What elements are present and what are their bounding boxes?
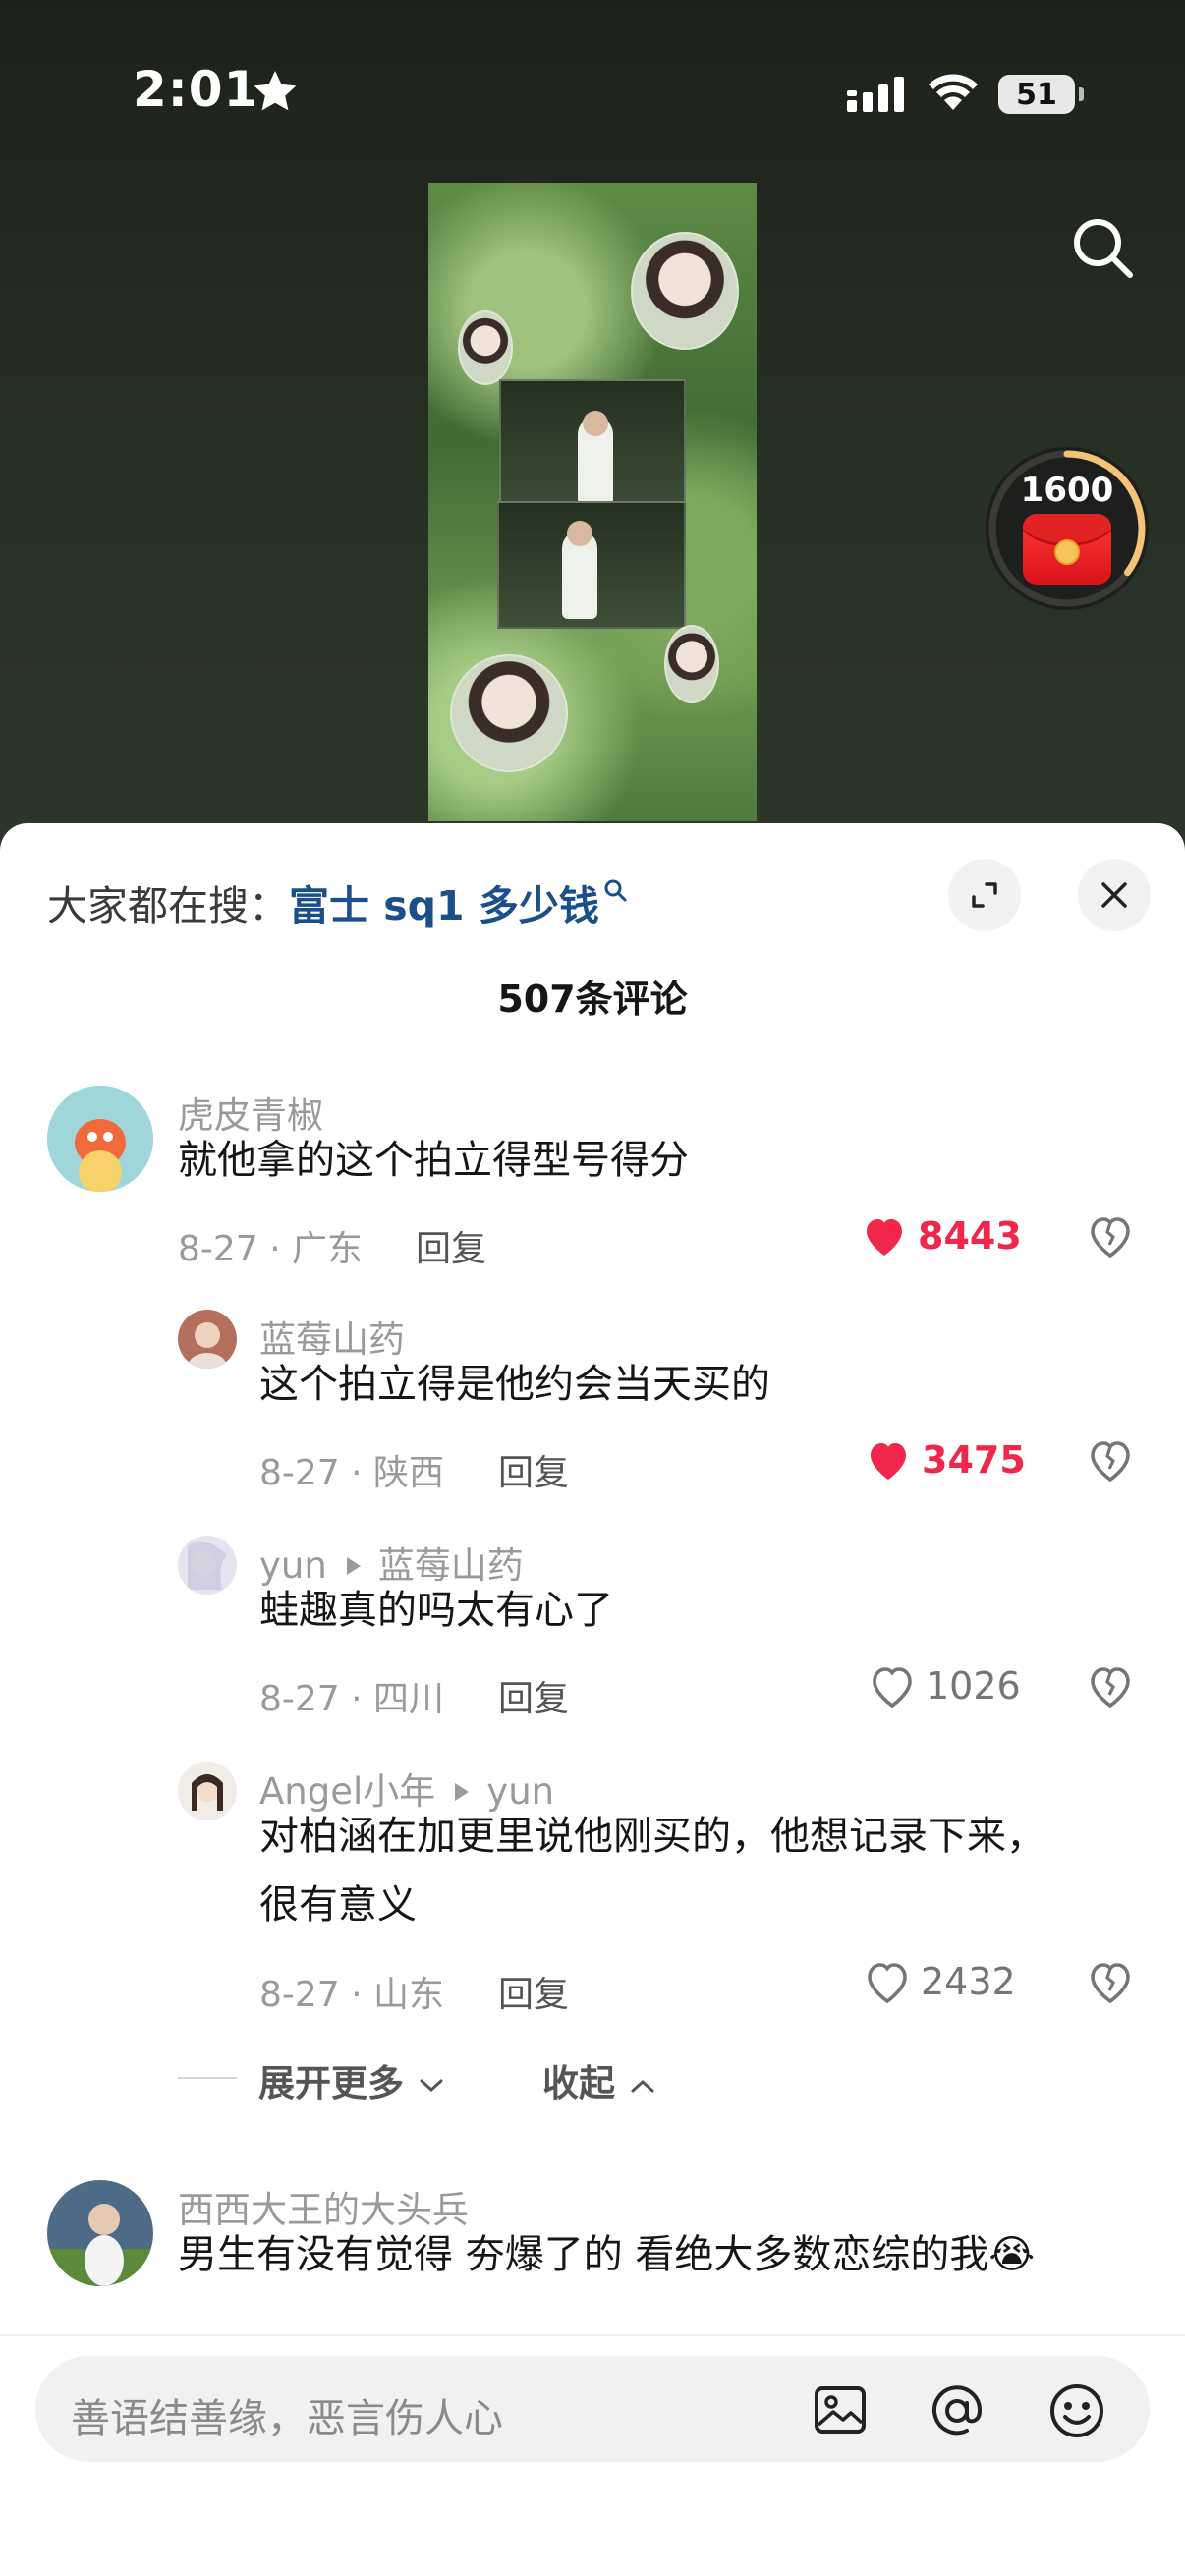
heart-icon [873,1667,912,1708]
comment-text: 男生有没有觉得 夯爆了的 看绝大多数恋综的我😭 [178,2232,1036,2277]
heart-icon [868,1963,907,2003]
reply-arrow-icon [346,1556,361,1575]
at-icon[interactable] [928,2381,987,2440]
collapse-button[interactable]: 收起 [542,2053,655,2106]
trending-search-prefix: 大家都在搜： [47,882,289,929]
heart-icon [867,1219,902,1256]
like-button[interactable]: 8443 [861,1214,1022,1258]
comment-text: 就他拿的这个拍立得型号得分 [178,1138,689,1183]
comment-meta: 8-27 · 四川 [259,1679,445,1719]
collage-oval-photo [450,654,568,772]
expand-icon [972,882,997,908]
comment-text: 蛙趣真的吗太有心了 [259,1588,613,1633]
status-bar: 2:01 51 [0,0,1185,187]
collage-photo [499,379,686,515]
avatar[interactable] [47,2180,153,2286]
broken-heart-icon[interactable] [1087,1214,1134,1260]
close-icon [1101,882,1127,908]
chevron-up-icon [631,2079,654,2092]
video-frame-collage [428,183,757,821]
comment-sheet: 大家都在搜：富士 sq1 多少钱 507条评论 虎皮青椒 就他拿的这个拍立得型号… [0,823,1185,2576]
reward-count: 1600 [1020,471,1114,510]
chevron-down-icon [420,2079,443,2092]
collage-photo [497,501,686,629]
star-icon [254,71,297,111]
reply-button[interactable]: 回复 [416,1220,486,1271]
comment-input-placeholder: 善语结善缘，恶言伤人心 [71,2396,503,2441]
comment-count-title: 507条评论 [497,978,688,1021]
comment-text-line: 很有意义 [259,1882,417,1928]
broken-heart-icon[interactable] [1087,1438,1134,1484]
comment-meta: 8-27 · 广东 [178,1229,364,1269]
comment-text-line: 对柏涵在加更里说他刚买的，他想记录下来， [259,1814,1045,1859]
comment-text: 这个拍立得是他约会当天买的 [259,1362,770,1407]
red-envelope-icon [1023,514,1111,585]
emoji-icon[interactable] [1047,2381,1106,2440]
collage-oval-photo [631,232,739,350]
broken-heart-icon[interactable] [1087,1664,1134,1709]
expand-button[interactable] [948,859,1021,931]
reply-button[interactable]: 回复 [498,1966,569,2017]
comment-input[interactable]: 善语结善缘，恶言伤人心 [35,2356,1150,2462]
reply-button[interactable]: 回复 [498,1670,569,1721]
expand-more-label: 展开更多 [258,2062,404,2104]
avatar[interactable] [47,1086,153,1192]
video-player[interactable]: 2:01 51 1600 [0,0,1185,845]
like-button[interactable]: 1026 [869,1664,1021,1708]
reply-arrow-icon [455,1782,470,1801]
like-count: 8443 [918,1214,1022,1258]
status-time: 2:01 [133,61,259,118]
like-count: 2432 [921,1960,1016,2003]
trending-search-query[interactable]: 富士 sq1 多少钱 [289,882,599,929]
avatar[interactable] [178,1762,237,1820]
comment-input-bar: 善语结善缘，恶言伤人心 [0,2334,1185,2576]
collapse-label: 收起 [542,2062,615,2104]
trending-search[interactable]: 大家都在搜：富士 sq1 多少钱 [47,872,629,931]
divider [178,2077,237,2079]
search-icon[interactable] [1069,214,1138,283]
collage-oval-photo [664,625,719,703]
like-count: 3475 [922,1438,1026,1482]
signal-icon [847,77,904,112]
battery-icon: 51 [998,75,1084,114]
avatar[interactable] [178,1310,237,1369]
expand-more-button[interactable]: 展开更多 [258,2053,444,2106]
avatar[interactable] [178,1536,237,1595]
search-icon [604,879,627,902]
broken-heart-icon[interactable] [1087,1960,1134,2005]
image-icon[interactable] [812,2381,869,2438]
like-button[interactable]: 2432 [864,1960,1016,2003]
like-count: 1026 [926,1664,1021,1708]
like-button[interactable]: 3475 [865,1438,1026,1482]
wifi-icon [929,74,978,110]
collage-oval-photo [458,310,513,385]
heart-icon [871,1443,906,1480]
reply-button[interactable]: 回复 [498,1444,569,1495]
close-button[interactable] [1078,859,1151,931]
reward-badge[interactable]: 1600 [986,447,1149,610]
comment-meta: 8-27 · 陕西 [259,1453,445,1493]
comment-meta: 8-27 · 山东 [259,1975,445,2015]
